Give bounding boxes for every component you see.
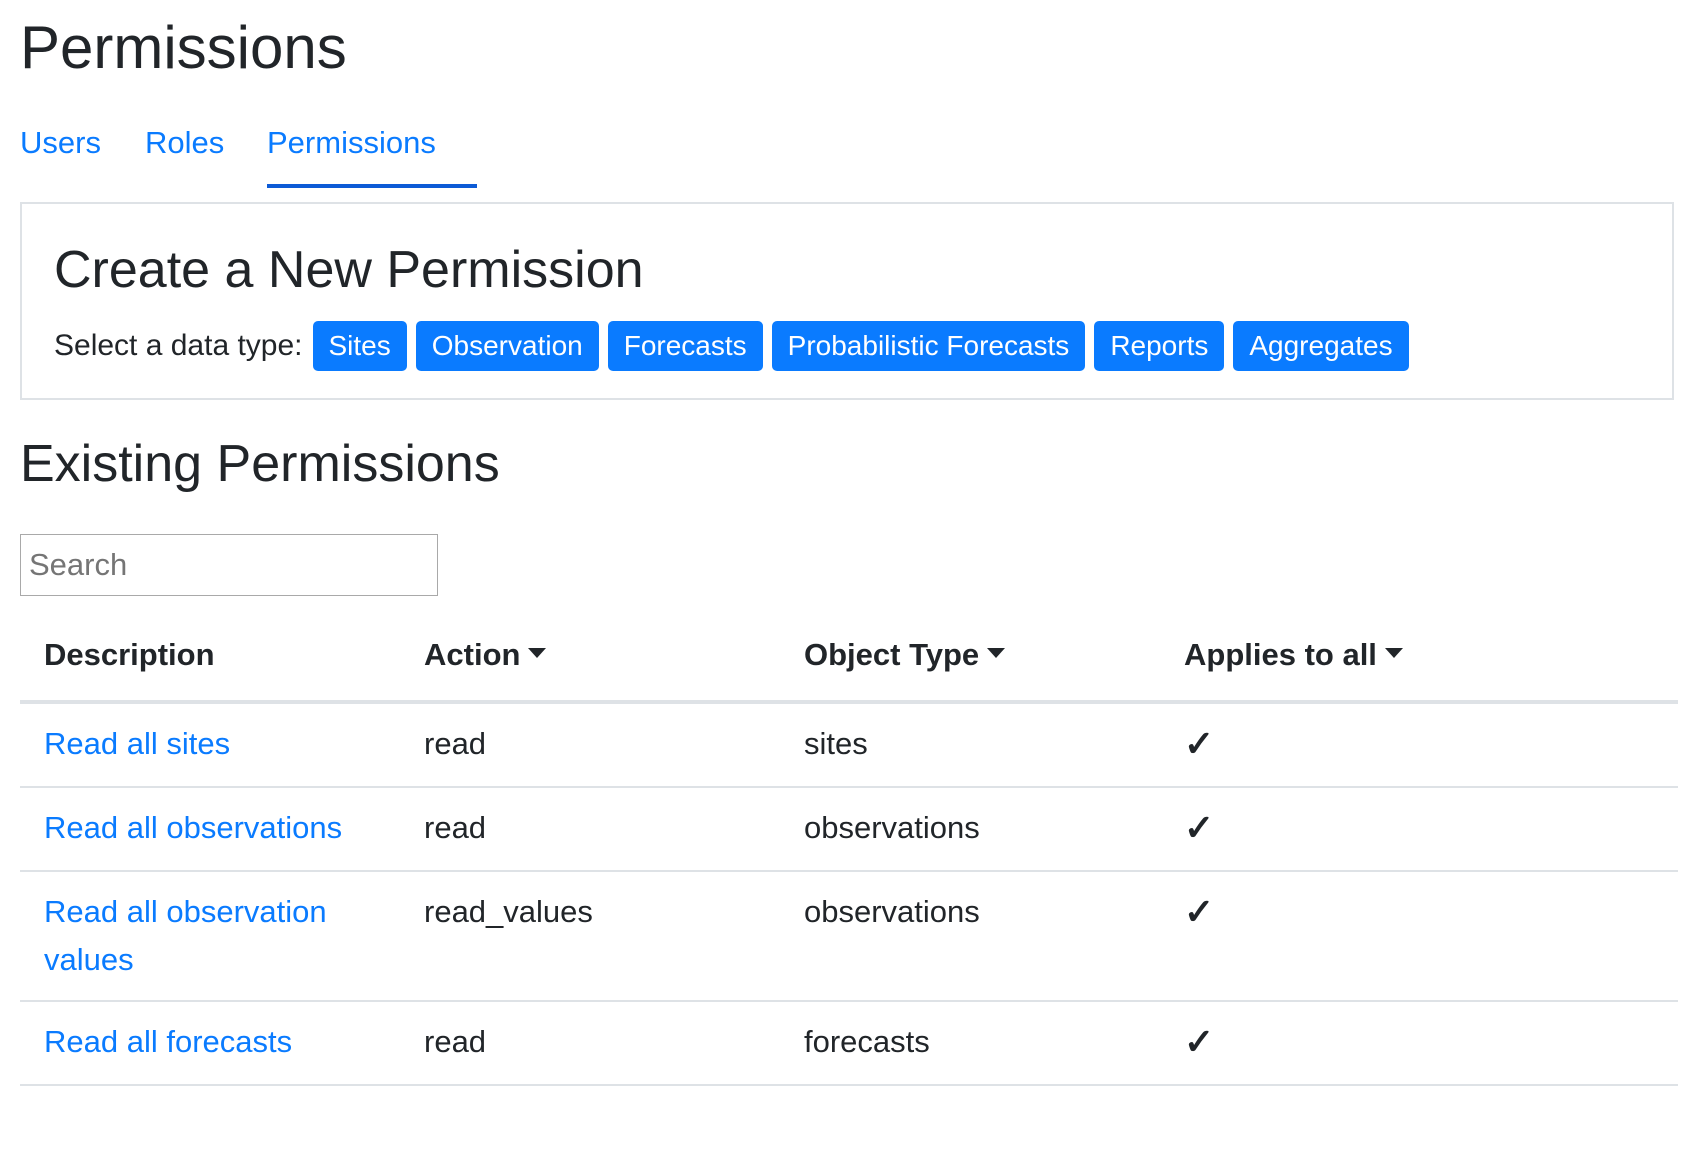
tab-roles[interactable]: Roles xyxy=(145,120,224,184)
caret-down-icon xyxy=(987,647,1006,658)
cell-applies-to-all: ✓ xyxy=(1160,702,1678,788)
page-title: Permissions xyxy=(20,14,347,81)
column-header-applies-to-all[interactable]: Applies to all xyxy=(1160,610,1678,704)
checkmark-icon: ✓ xyxy=(1184,723,1215,764)
data-type-probabilistic-forecasts-button[interactable]: Probabilistic Forecasts xyxy=(771,321,1086,371)
permissions-table: Description Action Object Type Applies t… xyxy=(20,610,1678,1086)
table-header-row: Description Action Object Type Applies t… xyxy=(20,610,1678,704)
cell-action: read_values xyxy=(400,871,780,1002)
data-type-sites-button[interactable]: Sites xyxy=(312,321,407,371)
checkmark-icon: ✓ xyxy=(1184,1021,1215,1062)
table-row: Read all observations read observations … xyxy=(20,787,1678,872)
cell-applies-to-all: ✓ xyxy=(1160,1001,1678,1086)
permissions-page: Permissions Users Roles Permissions Crea… xyxy=(0,0,1702,1152)
search-input[interactable] xyxy=(20,534,438,596)
table-row: Read all sites read sites ✓ xyxy=(20,702,1678,788)
cell-object-type: observations xyxy=(780,871,1160,1002)
tab-permissions[interactable]: Permissions xyxy=(267,120,477,188)
table-row: Read all observation values read_values … xyxy=(20,871,1678,1002)
column-header-description: Description xyxy=(20,610,400,704)
caret-down-icon xyxy=(1384,647,1403,658)
checkmark-icon: ✓ xyxy=(1184,807,1215,848)
cell-description: Read all forecasts xyxy=(20,1001,400,1086)
cell-object-type: forecasts xyxy=(780,1001,1160,1086)
column-header-object-type-label: Object Type xyxy=(804,637,980,672)
column-header-action-label: Action xyxy=(424,637,521,672)
tab-users[interactable]: Users xyxy=(20,120,101,184)
checkmark-icon: ✓ xyxy=(1184,891,1215,932)
data-type-reports-button[interactable]: Reports xyxy=(1094,321,1225,371)
create-permission-panel: Create a New Permission Select a data ty… xyxy=(20,202,1674,400)
column-header-description-label: Description xyxy=(44,637,215,672)
cell-object-type: sites xyxy=(780,702,1160,788)
data-type-aggregates-button[interactable]: Aggregates xyxy=(1233,321,1409,371)
cell-description: Read all observations xyxy=(20,787,400,872)
data-type-forecasts-button[interactable]: Forecasts xyxy=(607,321,763,371)
data-type-observation-button[interactable]: Observation xyxy=(415,321,599,371)
permission-link[interactable]: Read all forecasts xyxy=(44,1024,292,1059)
permission-link[interactable]: Read all observation values xyxy=(44,894,327,977)
cell-object-type: observations xyxy=(780,787,1160,872)
cell-action: read xyxy=(400,787,780,872)
cell-applies-to-all: ✓ xyxy=(1160,871,1678,1002)
caret-down-icon xyxy=(528,647,547,658)
data-type-label: Select a data type: xyxy=(54,329,303,362)
cell-applies-to-all: ✓ xyxy=(1160,787,1678,872)
permission-link[interactable]: Read all sites xyxy=(44,726,230,761)
cell-description: Read all observation values xyxy=(20,871,400,1002)
cell-action: read xyxy=(400,702,780,788)
cell-description: Read all sites xyxy=(20,702,400,788)
create-permission-title: Create a New Permission xyxy=(54,241,644,299)
column-header-applies-to-all-label: Applies to all xyxy=(1184,637,1377,672)
permission-link[interactable]: Read all observations xyxy=(44,810,342,845)
column-header-object-type[interactable]: Object Type xyxy=(780,610,1160,704)
existing-permissions-title: Existing Permissions xyxy=(20,435,500,493)
cell-action: read xyxy=(400,1001,780,1086)
column-header-action[interactable]: Action xyxy=(400,610,780,704)
table-row: Read all forecasts read forecasts ✓ xyxy=(20,1001,1678,1086)
data-type-selector: Select a data type: Sites Observation Fo… xyxy=(54,320,1409,372)
